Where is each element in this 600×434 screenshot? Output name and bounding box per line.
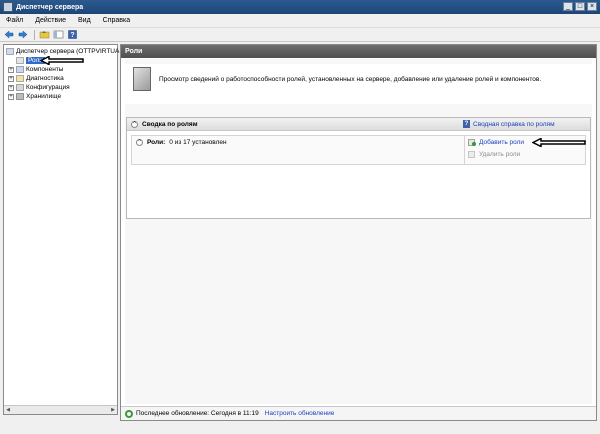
window-title: Диспетчер сервера bbox=[16, 3, 84, 11]
roles-label: Роли: bbox=[147, 139, 166, 146]
title-bar[interactable]: Диспетчер сервера _ □ × bbox=[0, 0, 600, 14]
roles-icon bbox=[16, 57, 24, 64]
collapse-icon[interactable]: ^ bbox=[136, 139, 143, 146]
remove-roles-icon bbox=[468, 151, 475, 158]
server-manager-icon bbox=[6, 48, 14, 55]
console-tree[interactable]: Диспетчер сервера (OTTPVIRTUA Роли + Ком… bbox=[3, 44, 119, 415]
help-book-icon: ? bbox=[463, 120, 470, 128]
tree-root[interactable]: Диспетчер сервера (OTTPVIRTUA bbox=[6, 47, 119, 56]
tree-item-configuration-label: Конфигурация bbox=[26, 84, 70, 91]
menu-action[interactable]: Действие bbox=[29, 17, 72, 24]
help-button[interactable]: ? bbox=[66, 29, 78, 40]
annotation-arrow-icon bbox=[532, 138, 586, 147]
expand-icon[interactable]: + bbox=[8, 75, 14, 82]
roles-summary-title: Сводка по ролям bbox=[142, 120, 198, 128]
maximize-button[interactable]: □ bbox=[575, 2, 585, 11]
refresh-icon[interactable] bbox=[125, 409, 133, 418]
minimize-button[interactable]: _ bbox=[563, 2, 573, 11]
collapse-icon[interactable]: ^ bbox=[131, 120, 138, 128]
tree-item-components-label: Компоненты bbox=[26, 66, 64, 73]
up-folder-icon bbox=[39, 31, 49, 39]
configuration-icon bbox=[16, 84, 24, 91]
roles-summary-header[interactable]: ^ Сводка по ролям ? Сводная справка по р… bbox=[127, 118, 590, 131]
menu-file[interactable]: Файл bbox=[0, 17, 29, 24]
svg-text:?: ? bbox=[70, 32, 74, 39]
menu-view[interactable]: Вид bbox=[72, 17, 97, 24]
status-bar: Последнее обновление: Сегодня в 11:19 На… bbox=[121, 406, 596, 420]
storage-icon bbox=[16, 93, 24, 100]
back-button[interactable] bbox=[3, 29, 15, 40]
add-roles-link[interactable]: Добавить роли bbox=[468, 139, 524, 146]
add-roles-icon bbox=[468, 139, 476, 146]
content-pane: Роли Просмотр сведений о работоспособнос… bbox=[120, 44, 597, 421]
server-roles-icon bbox=[133, 67, 151, 91]
menu-help[interactable]: Справка bbox=[97, 17, 136, 24]
caption-buttons: _ □ × bbox=[563, 2, 597, 11]
forward-button[interactable] bbox=[17, 29, 29, 40]
show-hide-tree-icon bbox=[53, 30, 63, 39]
server-manager-app-icon bbox=[3, 2, 13, 12]
roles-summary-section: ^ Сводка по ролям ? Сводная справка по р… bbox=[126, 117, 591, 219]
roles-summary-help-label: Сводная справка по ролям bbox=[473, 120, 555, 128]
diagnostics-icon bbox=[16, 75, 24, 82]
configure-refresh-link[interactable]: Настроить обновление bbox=[265, 410, 335, 417]
help-icon: ? bbox=[67, 30, 77, 39]
show-hide-tree-button[interactable] bbox=[52, 29, 64, 40]
server-manager-window: Диспетчер сервера _ □ × Файл Действие Ви… bbox=[0, 0, 600, 434]
toolbar-separator bbox=[34, 29, 35, 40]
content-header: Роли bbox=[121, 45, 596, 58]
close-button[interactable]: × bbox=[587, 2, 597, 11]
back-icon bbox=[4, 30, 14, 39]
window-status-strip bbox=[0, 423, 600, 434]
add-roles-label: Добавить роли bbox=[479, 139, 525, 146]
tree-root-label: Диспетчер сервера (OTTPVIRTUA bbox=[16, 48, 120, 55]
remove-roles-label: Удалить роли bbox=[479, 151, 521, 158]
intro-panel: Просмотр сведений о работоспособности ро… bbox=[125, 64, 592, 104]
tree-item-diagnostics[interactable]: + Диагностика bbox=[8, 74, 64, 83]
content-body: Просмотр сведений о работоспособности ро… bbox=[125, 59, 592, 404]
up-folder-button[interactable] bbox=[38, 29, 50, 40]
last-update-text: Последнее обновление: Сегодня в 11:19 bbox=[136, 410, 259, 417]
scroll-left-icon[interactable]: ◀ bbox=[4, 406, 12, 414]
expand-icon[interactable]: + bbox=[8, 66, 14, 73]
expand-icon[interactable]: + bbox=[8, 84, 14, 91]
tree-horizontal-scrollbar[interactable]: ◀ ▶ bbox=[4, 405, 117, 414]
tree-item-diagnostics-label: Диагностика bbox=[26, 75, 64, 82]
roles-count: 0 из 17 установлен bbox=[169, 139, 227, 146]
menu-bar: Файл Действие Вид Справка bbox=[0, 14, 600, 28]
scroll-right-icon[interactable]: ▶ bbox=[109, 406, 117, 414]
tree-item-components[interactable]: + Компоненты bbox=[8, 65, 63, 74]
forward-icon bbox=[18, 30, 28, 39]
annotation-arrow-icon bbox=[40, 56, 84, 65]
intro-text: Просмотр сведений о работоспособности ро… bbox=[159, 76, 542, 83]
roles-summary-help-link[interactable]: ? Сводная справка по ролям bbox=[463, 120, 555, 128]
components-icon bbox=[16, 66, 24, 73]
tree-item-storage-label: Хранилище bbox=[26, 93, 62, 100]
expand-icon[interactable]: + bbox=[8, 93, 14, 100]
tree-item-configuration[interactable]: + Конфигурация bbox=[8, 83, 70, 92]
roles-box: ^ Роли: 0 из 17 установлен Добавить роли… bbox=[131, 135, 586, 165]
roles-count-row: ^ Роли: 0 из 17 установлен bbox=[136, 139, 227, 146]
toolbar: ? bbox=[0, 28, 600, 42]
remove-roles-link[interactable]: Удалить роли bbox=[468, 151, 520, 158]
tree-item-storage[interactable]: + Хранилище bbox=[8, 92, 61, 101]
